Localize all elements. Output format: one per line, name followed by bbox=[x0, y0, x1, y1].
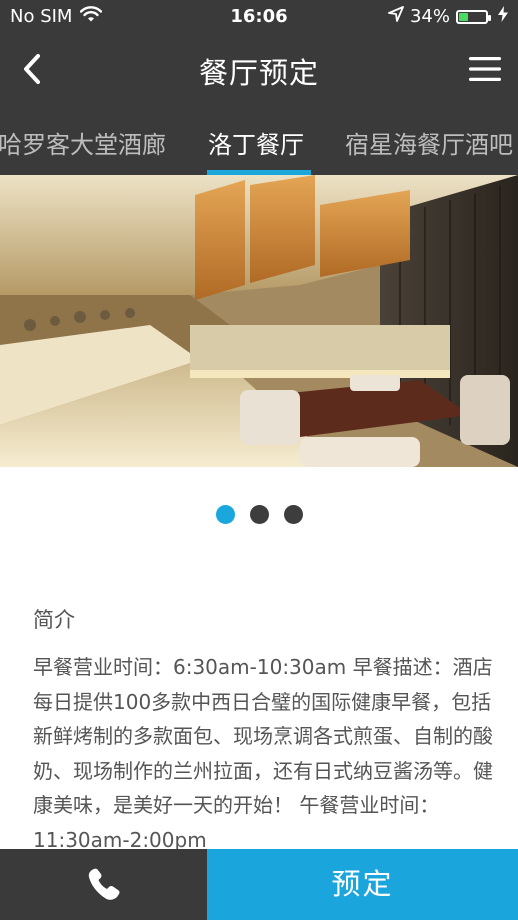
battery-icon bbox=[456, 9, 491, 24]
intro-body: 早餐营业时间：6:30am-10:30am 早餐描述：酒店每日提供100多款中西… bbox=[33, 655, 493, 852]
hamburger-menu-icon bbox=[469, 57, 501, 81]
restaurant-tabs: 哈罗客大堂酒廊 洛丁餐厅 宿星海餐厅酒吧 bbox=[0, 104, 518, 175]
battery-fill bbox=[459, 12, 468, 21]
charging-bolt-icon bbox=[498, 6, 508, 27]
menu-button[interactable] bbox=[468, 54, 502, 84]
tab-suxinghai-bar[interactable]: 宿星海餐厅酒吧 bbox=[345, 104, 513, 175]
carousel-dot-3[interactable] bbox=[284, 505, 303, 524]
call-button[interactable] bbox=[0, 849, 207, 920]
intro-heading: 简介 bbox=[33, 608, 75, 632]
status-right: 34% bbox=[388, 6, 508, 27]
carousel-pagination bbox=[0, 505, 518, 525]
tab-lobby-lounge[interactable]: 哈罗客大堂酒廊 bbox=[0, 104, 166, 175]
phone-icon bbox=[88, 868, 120, 900]
restaurant-interior-image bbox=[0, 175, 518, 467]
location-arrow-icon bbox=[388, 6, 404, 27]
bottom-action-bar: 预定 bbox=[0, 849, 518, 920]
battery-percent: 34% bbox=[409, 6, 450, 27]
carousel-dot-2[interactable] bbox=[250, 505, 269, 524]
restaurant-photo[interactable] bbox=[0, 175, 518, 467]
navigation-bar: 餐厅预定 bbox=[0, 34, 518, 104]
book-button[interactable]: 预定 bbox=[207, 849, 518, 920]
tab-luoding-restaurant[interactable]: 洛丁餐厅 bbox=[208, 104, 304, 175]
carousel-dot-1[interactable] bbox=[216, 505, 235, 524]
page-title: 餐厅预定 bbox=[198, 56, 319, 90]
status-bar: No SIM 16:06 34% bbox=[0, 0, 518, 34]
restaurant-intro: 简介 早餐营业时间：6:30am-10:30am 早餐描述：酒店每日提供100多… bbox=[33, 604, 493, 857]
